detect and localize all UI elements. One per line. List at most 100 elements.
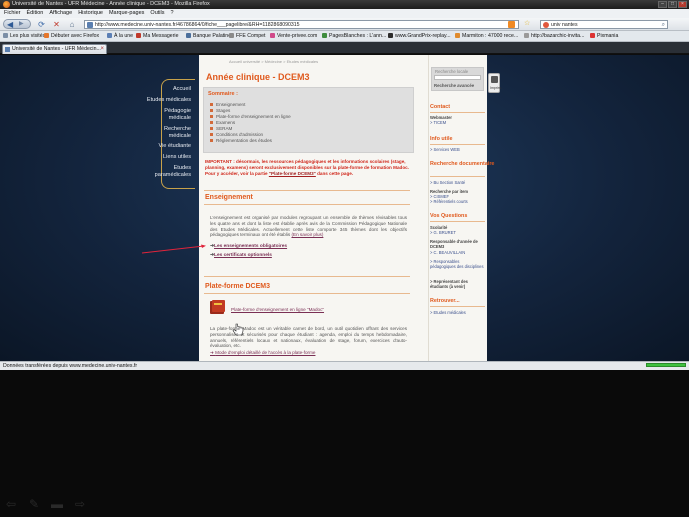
maximize-icon[interactable]: □ [668, 1, 677, 8]
sommaire-item[interactable]: Plate-forme d'enseignement en ligne [210, 114, 291, 119]
important-notice: IMPORTANT : désormais, les ressources pé… [205, 159, 412, 176]
bookmark-item[interactable]: Ma Messagerie [136, 31, 178, 41]
menu-item-historique[interactable]: Historique [78, 9, 103, 18]
tab-close-icon[interactable]: × [100, 45, 104, 54]
questions-link[interactable]: > Responsables pédagogiques des discipli… [430, 259, 485, 269]
navigation-toolbar: ◀ ▶ ⟳ ✕ ⌂ http://www.medecine.univ-nante… [0, 18, 689, 31]
bookmark-icon [3, 32, 8, 38]
info-link[interactable]: > Services WEB [430, 147, 460, 152]
section-divider [430, 306, 485, 307]
rss-icon[interactable] [508, 21, 515, 28]
print-button[interactable]: Imprim. [488, 73, 502, 93]
recherche-title: Recherche documentaire [430, 161, 495, 167]
link-enseignements-obligatoires[interactable]: Les enseignements obligatoires [210, 244, 287, 249]
sommaire-title: Sommaire : [208, 91, 238, 97]
retrouver-link[interactable]: > Etudes médicales [430, 310, 466, 315]
section-divider [204, 204, 410, 205]
status-bar: Données transférées depuis www.medecine.… [0, 361, 689, 370]
menu-item-help[interactable]: ? [170, 9, 173, 18]
bookmark-item[interactable]: Pixmania [590, 31, 618, 41]
questions-link[interactable]: > C. BEAUVILLAIN [430, 250, 465, 255]
bookmark-icon [322, 32, 327, 38]
print-label: Imprim. [490, 86, 502, 90]
section-divider [430, 176, 485, 177]
nav-item-accueil[interactable]: Accueil [173, 86, 191, 93]
bookmark-star-icon[interactable]: ☆ [524, 19, 530, 27]
google-icon [543, 22, 549, 28]
bookmark-icon [455, 32, 460, 38]
forward-icon[interactable]: ▶ [19, 20, 24, 29]
sommaire-item[interactable]: Enseignement [210, 102, 245, 107]
breadcrumb[interactable]: Accueil université > Médecine > Etudes m… [229, 59, 318, 64]
sommaire-item[interactable]: Stages [210, 108, 230, 113]
screen-icon: ▬ [51, 497, 63, 511]
search-input[interactable]: univ nantes ⌕ [540, 20, 668, 29]
tab-active[interactable]: Université de Nantes - UFR Médecin... × [2, 44, 107, 54]
menu-item-fichier[interactable]: Fichier [4, 9, 21, 18]
back-forward-buttons[interactable]: ◀ ▶ [3, 19, 31, 29]
nav-item-recherche[interactable]: Recherche médicale [151, 126, 191, 139]
tab-label: Université de Nantes - UFR Médecin... [12, 46, 101, 52]
plateforme-anchor-link[interactable]: "Plate-forme DCEM3" [269, 171, 316, 176]
nav-item-paramedicales[interactable]: Etudes paramédicales [151, 165, 191, 178]
sommaire-item[interactable]: SERAM [210, 126, 232, 131]
section-divider [204, 293, 410, 294]
nav-item-liens-utiles[interactable]: Liens utiles [163, 154, 191, 161]
tab-strip: Université de Nantes - UFR Médecin... × [0, 42, 689, 54]
dark-background [0, 370, 689, 517]
madoc-paragraph: La plate-forme Madoc est un véritable ca… [210, 326, 407, 349]
menu-item-affichage[interactable]: Affichage [49, 9, 72, 18]
reload-icon[interactable]: ⟳ [37, 20, 46, 29]
bookmark-item[interactable]: Les plus visités [3, 31, 45, 41]
search-icon[interactable]: ⌕ [662, 21, 665, 29]
recherche-link[interactable]: > Bu Section Santé [430, 180, 465, 185]
back-icon[interactable]: ◀ [7, 20, 13, 29]
url-input[interactable]: http://www.medecine.univ-nantes.fr/46786… [84, 20, 519, 29]
advanced-search-link[interactable]: Recherche avancée [434, 83, 474, 88]
stop-icon[interactable]: ✕ [52, 20, 61, 29]
bookmark-icon [44, 32, 49, 38]
bookmark-item[interactable]: http://bazarchic-invita... [524, 31, 584, 41]
bookmark-item[interactable]: FFE Compet [229, 31, 265, 41]
url-text: http://www.medecine.univ-nantes.fr/46786… [95, 22, 300, 28]
firefox-icon [3, 1, 10, 8]
menu-item-marque-pages[interactable]: Marque-pages [109, 9, 144, 18]
madoc-link[interactable]: Plate-forme d'enseignement en ligne "Mad… [231, 307, 324, 312]
bookmark-item[interactable]: Banque Palatine [186, 31, 231, 41]
window-titlebar: Université de Nantes - UFR Médecine - An… [0, 0, 689, 9]
bookmark-item[interactable]: À la une [107, 31, 133, 41]
mode-emploi-link[interactable]: ➜ Mode d'emploi détaillé de l'accès à la… [210, 350, 315, 356]
retrouver-title: Retrouver... [430, 298, 460, 304]
en-savoir-plus-link[interactable]: (En savoir plus) [291, 232, 323, 237]
sommaire-item[interactable]: Examens [210, 120, 235, 125]
nav-item-vie-etudiante[interactable]: Vie étudiante [158, 143, 191, 150]
madoc-book-icon[interactable] [209, 299, 226, 315]
close-icon[interactable]: × [678, 1, 687, 8]
recherche-link[interactable]: > Référentiels courts [430, 199, 468, 204]
bookmark-item[interactable]: Vente-privee.com [270, 31, 317, 41]
questions-title: Vos Questions [430, 213, 468, 219]
sommaire-item[interactable]: Conditions d'admission [210, 132, 263, 137]
sommaire-item[interactable]: Réglementation des études [210, 138, 272, 143]
bookmarks-toolbar: Les plus visités Débuter avec Firefox À … [0, 31, 689, 42]
nav-item-etudes-medicales[interactable]: Etudes médicales [147, 97, 191, 104]
contact-link[interactable]: > TICEM [430, 120, 446, 125]
link-certificats-optionnels[interactable]: Les certificats optionnels [210, 253, 272, 258]
menu-bar: Fichier Édition Affichage Historique Mar… [0, 9, 689, 18]
bookmark-item[interactable]: Débuter avec Firefox [44, 31, 99, 41]
bookmark-item[interactable]: www.GrandPrix-replay... [388, 31, 451, 41]
local-search-input[interactable] [434, 75, 481, 80]
section-divider [430, 144, 485, 145]
bookmark-item[interactable]: Marmiton : 47000 rece... [455, 31, 518, 41]
menu-item-outils[interactable]: Outils [150, 9, 164, 18]
menu-item-edition[interactable]: Édition [27, 9, 44, 18]
tab-favicon-icon [5, 47, 10, 52]
home-icon[interactable]: ⌂ [67, 20, 77, 29]
bookmark-icon [270, 32, 275, 38]
section-divider [204, 276, 410, 277]
questions-link[interactable]: > G. BRURET [430, 230, 456, 235]
minimize-icon[interactable]: – [658, 1, 667, 8]
nav-item-pedagogie[interactable]: Pédagogie médicale [151, 108, 191, 121]
contact-title: Contact [430, 104, 451, 110]
bookmark-item[interactable]: PagesBlanches : L'ann... [322, 31, 386, 41]
